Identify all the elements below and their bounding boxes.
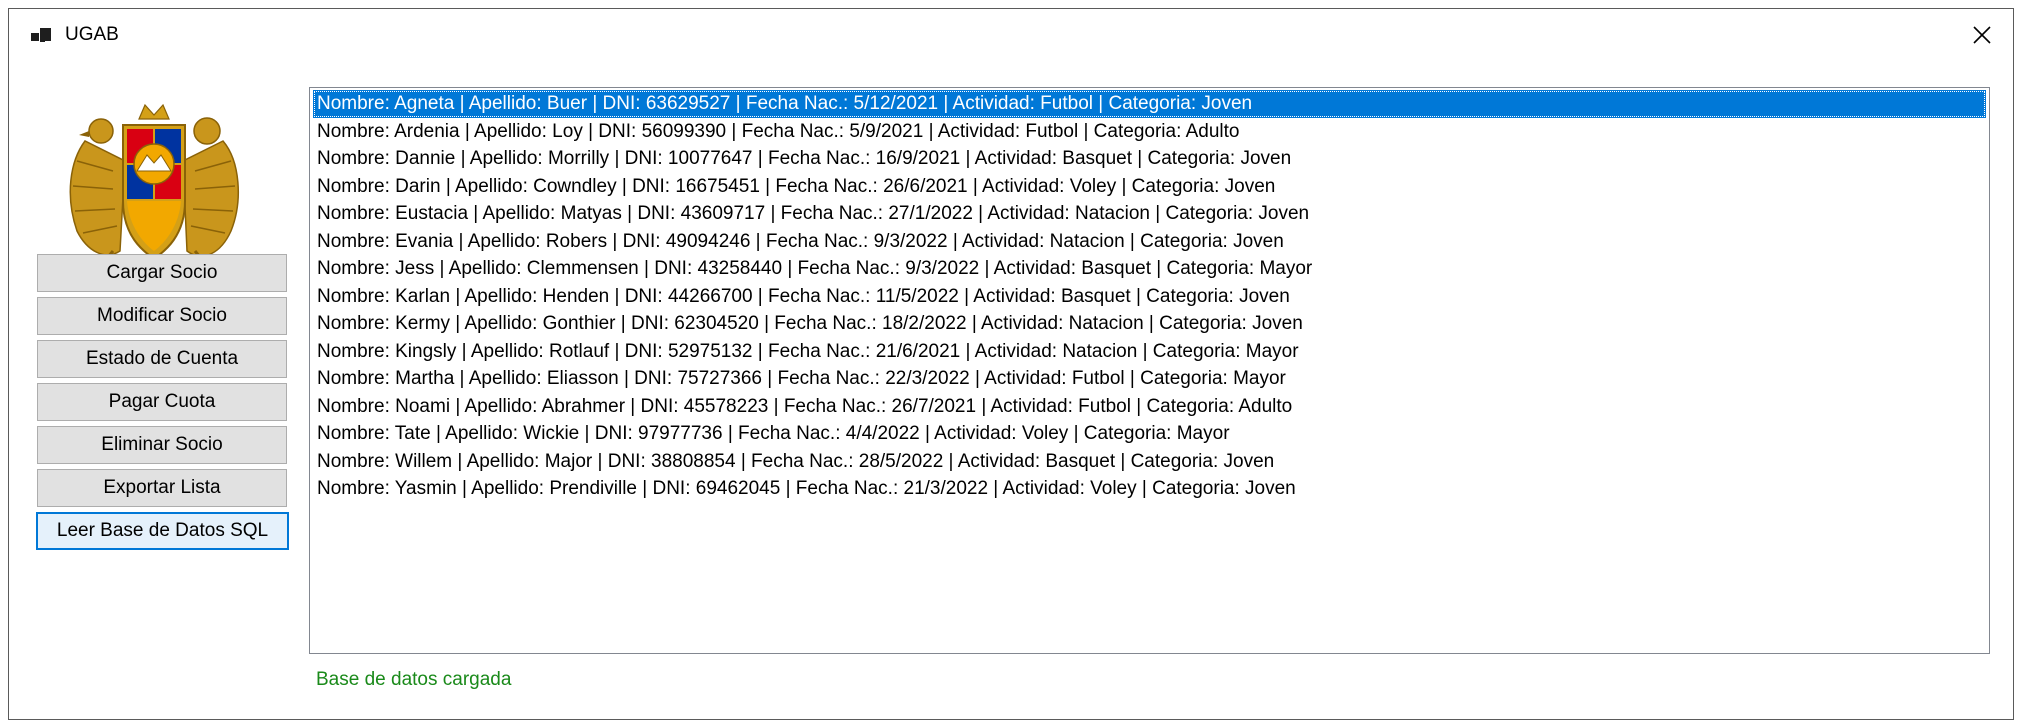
pagar-cuota-button[interactable]: Pagar Cuota [37, 383, 287, 421]
window-title: UGAB [65, 24, 119, 45]
list-item[interactable]: Nombre: Willem | Apellido: Major | DNI: … [313, 448, 1986, 476]
cargar-socio-button[interactable]: Cargar Socio [37, 254, 287, 292]
socios-listbox[interactable]: Nombre: Agneta | Apellido: Buer | DNI: 6… [309, 87, 1990, 654]
list-item[interactable]: Nombre: Yasmin | Apellido: Prendiville |… [313, 475, 1986, 503]
list-item[interactable]: Nombre: Dannie | Apellido: Morrilly | DN… [313, 145, 1986, 173]
list-item[interactable]: Nombre: Darin | Apellido: Cowndley | DNI… [313, 173, 1986, 201]
list-item[interactable]: Nombre: Kermy | Apellido: Gonthier | DNI… [313, 310, 1986, 338]
list-item[interactable]: Nombre: Agneta | Apellido: Buer | DNI: 6… [313, 90, 1986, 118]
close-icon [1973, 26, 1991, 44]
list-item[interactable]: Nombre: Kingsly | Apellido: Rotlauf | DN… [313, 338, 1986, 366]
leer-base-de-datos-sql-button[interactable]: Leer Base de Datos SQL [36, 512, 289, 550]
list-item[interactable]: Nombre: Tate | Apellido: Wickie | DNI: 9… [313, 420, 1986, 448]
list-item[interactable]: Nombre: Martha | Apellido: Eliasson | DN… [313, 365, 1986, 393]
app-icon [31, 28, 51, 44]
list-item[interactable]: Nombre: Ardenia | Apellido: Loy | DNI: 5… [313, 118, 1986, 146]
modificar-socio-button[interactable]: Modificar Socio [37, 297, 287, 335]
exportar-lista-button[interactable]: Exportar Lista [37, 469, 287, 507]
list-item[interactable]: Nombre: Evania | Apellido: Robers | DNI:… [313, 228, 1986, 256]
list-item[interactable]: Nombre: Jess | Apellido: Clemmensen | DN… [313, 255, 1986, 283]
eliminar-socio-button[interactable]: Eliminar Socio [37, 426, 287, 464]
list-item[interactable]: Nombre: Eustacia | Apellido: Matyas | DN… [313, 200, 1986, 228]
list-item[interactable]: Nombre: Karlan | Apellido: Henden | DNI:… [313, 283, 1986, 311]
close-button[interactable] [1951, 9, 2013, 61]
main-window: UGAB Cargar Socio Modificar Socio Estado… [8, 8, 2014, 720]
estado-de-cuenta-button[interactable]: Estado de Cuenta [37, 340, 287, 378]
title-bar[interactable]: UGAB [9, 9, 2013, 61]
status-label: Base de datos cargada [316, 669, 512, 690]
list-item[interactable]: Nombre: Noami | Apellido: Abrahmer | DNI… [313, 393, 1986, 421]
